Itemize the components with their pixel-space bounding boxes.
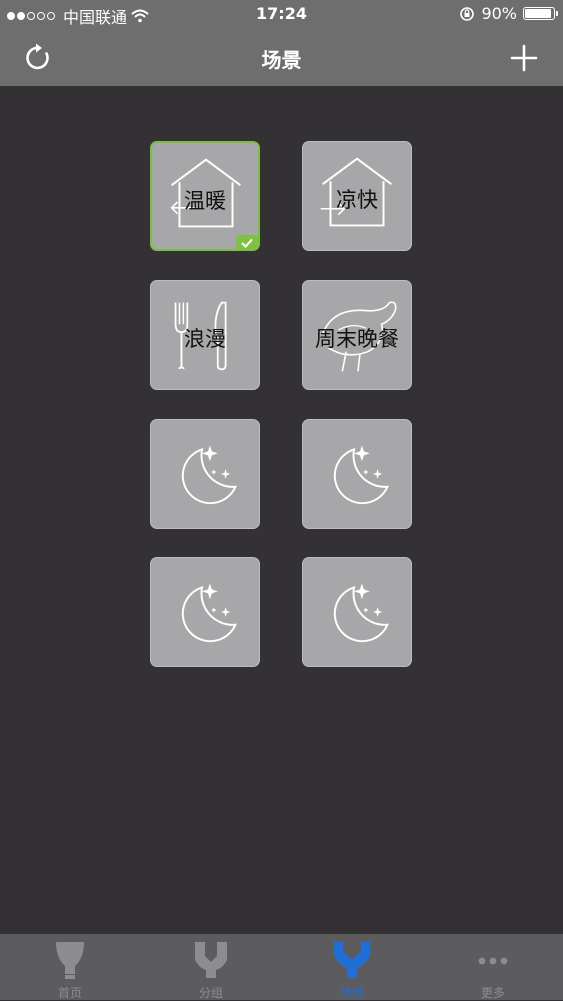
page-title: 场景 [261, 48, 302, 72]
scene-tile[interactable] [150, 557, 260, 667]
bulb-icon [56, 942, 84, 979]
tab-label: 首页 [57, 986, 82, 1000]
moon-stars-icon [333, 445, 390, 505]
tab-scene[interactable]: 场景 [282, 934, 422, 1000]
status-right: 90% [459, 4, 558, 23]
scene-tile[interactable] [150, 419, 260, 529]
tab-more[interactable]: 更多 [423, 934, 563, 1000]
more-dots-icon [478, 957, 508, 965]
scene-tile[interactable] [302, 557, 412, 667]
selected-check-icon [236, 235, 258, 249]
scene-tile[interactable]: 周末晚餐 [302, 280, 412, 390]
add-scene-button[interactable] [506, 40, 542, 76]
group-icon [195, 942, 227, 978]
scene-label: 凉快 [336, 188, 378, 212]
tab-bar: 首页 分组 场景 更多 [0, 934, 563, 1000]
plus-icon [510, 44, 538, 72]
status-bar: 中国联通 17:24 90% [0, 0, 563, 28]
moon-stars-icon [181, 445, 238, 505]
tab-home[interactable]: 首页 [0, 934, 140, 1000]
battery-percent: 90% [481, 4, 517, 23]
tab-label: 分组 [198, 986, 223, 1000]
scene-label: 周末晚餐 [315, 327, 399, 351]
tab-label: 场景 [339, 986, 364, 1000]
scene-tile[interactable]: 浪漫 [150, 280, 260, 390]
nav-bar: 场景 [0, 28, 563, 86]
moon-stars-icon [181, 583, 238, 643]
scene-tile[interactable] [302, 419, 412, 529]
moon-stars-icon [333, 583, 390, 643]
tab-label: 更多 [480, 986, 505, 1000]
scene-icon [334, 942, 370, 978]
tab-group[interactable]: 分组 [141, 934, 281, 1000]
scene-label: 温暖 [184, 189, 226, 213]
scene-tile[interactable]: 凉快 [302, 141, 412, 251]
scene-label: 浪漫 [184, 327, 226, 351]
scene-tile[interactable]: 温暖 [150, 141, 260, 251]
battery-icon [523, 7, 558, 20]
rotation-lock-icon [460, 6, 475, 21]
